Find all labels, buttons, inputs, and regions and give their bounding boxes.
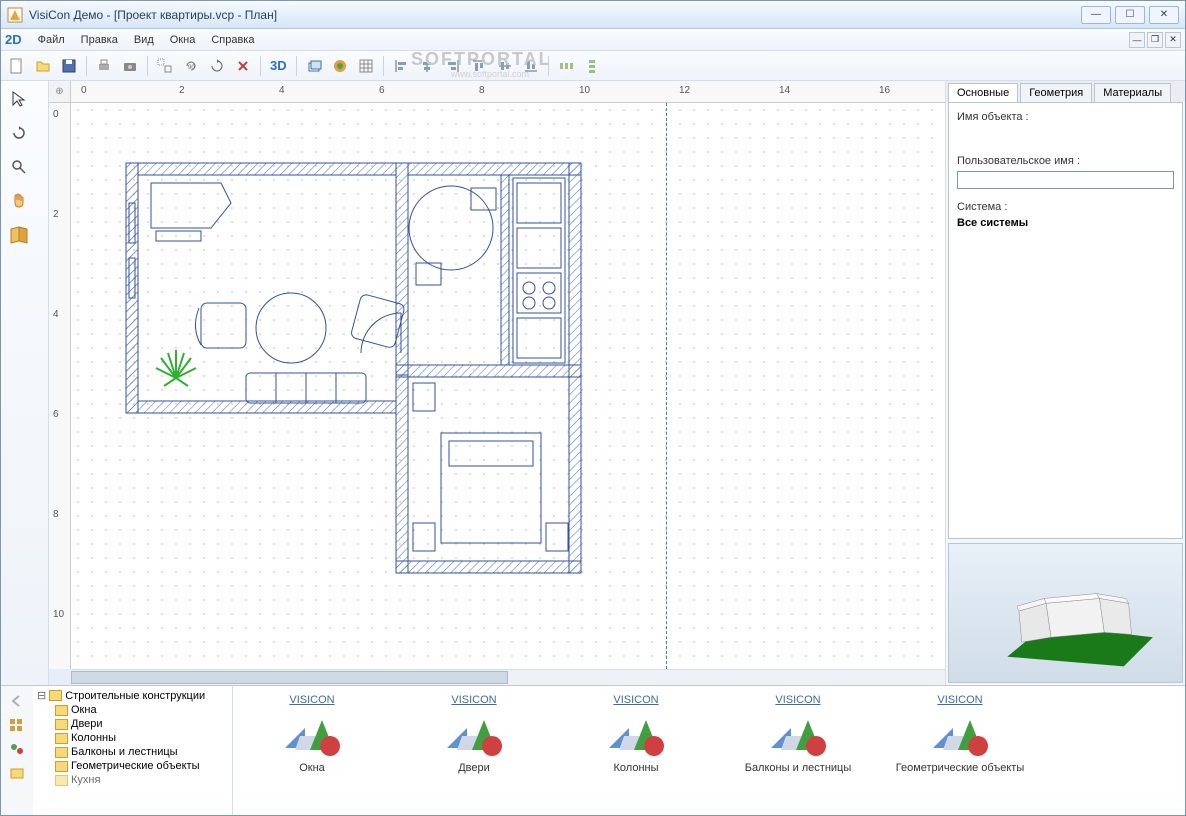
tab-geometry[interactable]: Геометрия [1020,83,1092,102]
left-toolbox [1,81,49,685]
menu-file[interactable]: Файл [30,31,73,49]
library-view-button[interactable] [7,716,27,734]
distribute-v-button[interactable] [580,54,604,78]
mdi-minimize-button[interactable]: — [1129,32,1145,48]
align-center-v-button[interactable] [493,54,517,78]
menu-edit[interactable]: Правка [73,31,126,49]
layers-button[interactable] [302,54,326,78]
print-button[interactable] [92,54,116,78]
library-items: VISICON Окна VISICON Двери VISICON Колон… [233,686,1185,815]
system-value: Все системы [957,217,1174,229]
minimize-button[interactable]: — [1081,6,1111,24]
user-name-input[interactable] [957,171,1174,189]
ruler-horizontal[interactable]: 0 2 4 6 8 10 12 14 16 [71,81,945,103]
save-button[interactable] [57,54,81,78]
tree-item[interactable]: Двери [53,717,230,731]
group-button[interactable] [153,54,177,78]
delete-button[interactable] [231,54,255,78]
mdi-close-button[interactable]: ✕ [1165,32,1181,48]
canvas[interactable] [71,103,945,669]
materials-button[interactable] [328,54,352,78]
menu-bar: 2D Файл Правка Вид Окна Справка — ❐ ✕ [1,29,1185,51]
grid-button[interactable] [354,54,378,78]
select-tool[interactable] [5,85,33,113]
distribute-h-button[interactable] [554,54,578,78]
camera-button[interactable] [118,54,142,78]
new-file-button[interactable] [5,54,29,78]
pan-tool[interactable] [5,187,33,215]
tree-item[interactable]: Колонны [53,731,230,745]
zoom-tool[interactable] [5,153,33,181]
canvas-area: ⊕ 0 2 4 6 8 10 12 14 16 0 2 4 [49,81,945,685]
scrollbar-horizontal[interactable] [71,669,945,685]
rotate-tool[interactable] [5,119,33,147]
mdi-restore-button[interactable]: ❐ [1147,32,1163,48]
tab-materials[interactable]: Материалы [1094,83,1171,102]
app-icon [7,7,23,23]
ruler-vertical[interactable]: 0 2 4 6 8 10 [49,103,71,669]
rotate-button[interactable] [205,54,229,78]
properties-panel: Основные Геометрия Материалы Имя объекта… [945,81,1185,685]
title-bar: VisiCon Демо - [Проект квартиры.vcp - Пл… [1,1,1185,29]
close-button[interactable]: ✕ [1149,6,1179,24]
ruler-origin[interactable]: ⊕ [49,81,71,103]
library-item[interactable]: VISICON Окна [237,690,387,811]
tree-item[interactable]: Геометрические объекты [53,759,230,773]
preview-3d[interactable] [948,543,1183,683]
library-item[interactable]: VISICON Балконы и лестницы [723,690,873,811]
tree-item[interactable]: Кухня [53,773,230,787]
category-tree[interactable]: ⊟Строительные конструкции Окна Двери Кол… [33,686,233,815]
rotate-90-button[interactable]: 90 [179,54,203,78]
library-add-button[interactable] [7,764,27,782]
library-back-button[interactable] [7,692,27,710]
label-object-name: Имя объекта : [957,111,1174,123]
align-center-h-button[interactable] [415,54,439,78]
svg-text:90: 90 [188,65,195,71]
mode-2d-label[interactable]: 2D [5,32,22,47]
toolbar: 90 3D SOFTPORTAL www.softportal.com [1,51,1185,81]
window-title: VisiCon Демо - [Проект квартиры.vcp - Пл… [29,8,1081,22]
library-panel: ⊟Строительные конструкции Окна Двери Кол… [1,685,1185,815]
align-top-button[interactable] [467,54,491,78]
tab-basic[interactable]: Основные [948,83,1018,102]
library-item[interactable]: VISICON Геометрические объекты [885,690,1035,811]
menu-help[interactable]: Справка [203,31,262,49]
mode-3d-button[interactable]: 3D [266,58,291,73]
wall-tool[interactable] [5,221,33,249]
align-bottom-button[interactable] [519,54,543,78]
menu-windows[interactable]: Окна [162,31,204,49]
tree-item[interactable]: Балконы и лестницы [53,745,230,759]
maximize-button[interactable]: ☐ [1115,6,1145,24]
label-system: Система : [957,201,1174,213]
floor-plan [101,133,621,613]
tree-root[interactable]: ⊟Строительные конструкции [35,688,230,703]
open-file-button[interactable] [31,54,55,78]
align-left-button[interactable] [389,54,413,78]
library-item[interactable]: VISICON Двери [399,690,549,811]
tree-item[interactable]: Окна [53,703,230,717]
label-user-name: Пользовательское имя : [957,155,1174,167]
menu-view[interactable]: Вид [126,31,162,49]
library-item[interactable]: VISICON Колонны [561,690,711,811]
align-right-button[interactable] [441,54,465,78]
library-filter-button[interactable] [7,740,27,758]
guide-line[interactable] [666,103,667,669]
